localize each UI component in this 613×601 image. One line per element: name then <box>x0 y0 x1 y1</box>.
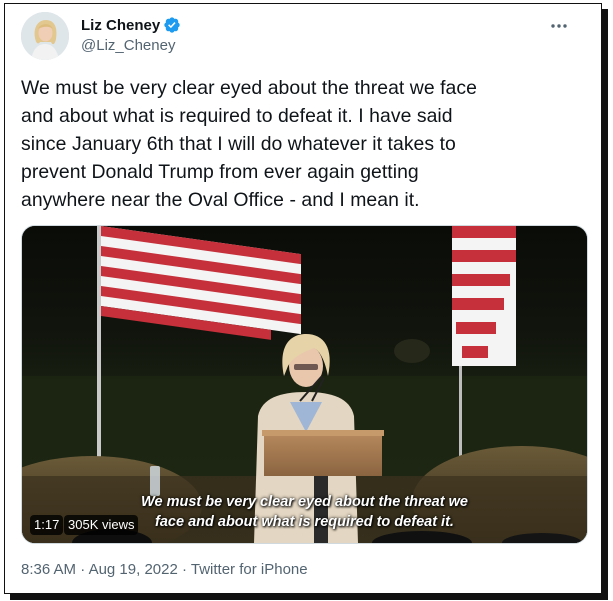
more-options-icon[interactable] <box>549 16 569 36</box>
tweet-meta: 8:36 AM · Aug 19, 2022 · Twitter for iPh… <box>21 561 308 578</box>
video-views-badge: 305K views <box>64 515 139 535</box>
video-duration-badge: 1:17 <box>30 515 64 535</box>
tweet-text-line: since January 6th that I will do whateve… <box>21 133 456 155</box>
tweet-text: We must be very clear eyed about the thr… <box>21 74 587 214</box>
author-handle[interactable]: @Liz_Cheney <box>81 37 175 54</box>
meta-separator: · <box>76 561 89 578</box>
tweet-text-line: anywhere near the Oval Office - and I me… <box>21 189 420 211</box>
tweet-text-line: and about what is required to defeat it.… <box>21 105 453 127</box>
tweet-source[interactable]: Twitter for iPhone <box>191 561 308 578</box>
tweet-header: Liz Cheney @Liz_Cheney <box>21 12 601 62</box>
tweet-time[interactable]: 8:36 AM <box>21 561 76 578</box>
avatar[interactable] <box>21 12 69 60</box>
verified-badge-icon <box>163 16 181 34</box>
author-display-name[interactable]: Liz Cheney <box>81 17 160 34</box>
video-player[interactable]: We must be very clear eyed about the thr… <box>21 225 588 544</box>
meta-separator: · <box>177 561 191 578</box>
tweet-text-line: prevent Donald Trump from ever again get… <box>21 161 419 183</box>
video-subtitle-line: face and about what is required to defea… <box>155 514 454 530</box>
video-subtitle-line: We must be very clear eyed about the thr… <box>141 494 468 510</box>
tweet-date[interactable]: Aug 19, 2022 <box>89 561 178 578</box>
author-name-row: Liz Cheney <box>81 16 181 34</box>
tweet-card: Liz Cheney @Liz_Cheney We must be very c… <box>4 3 602 594</box>
tweet-text-line: We must be very clear eyed about the thr… <box>21 77 477 99</box>
